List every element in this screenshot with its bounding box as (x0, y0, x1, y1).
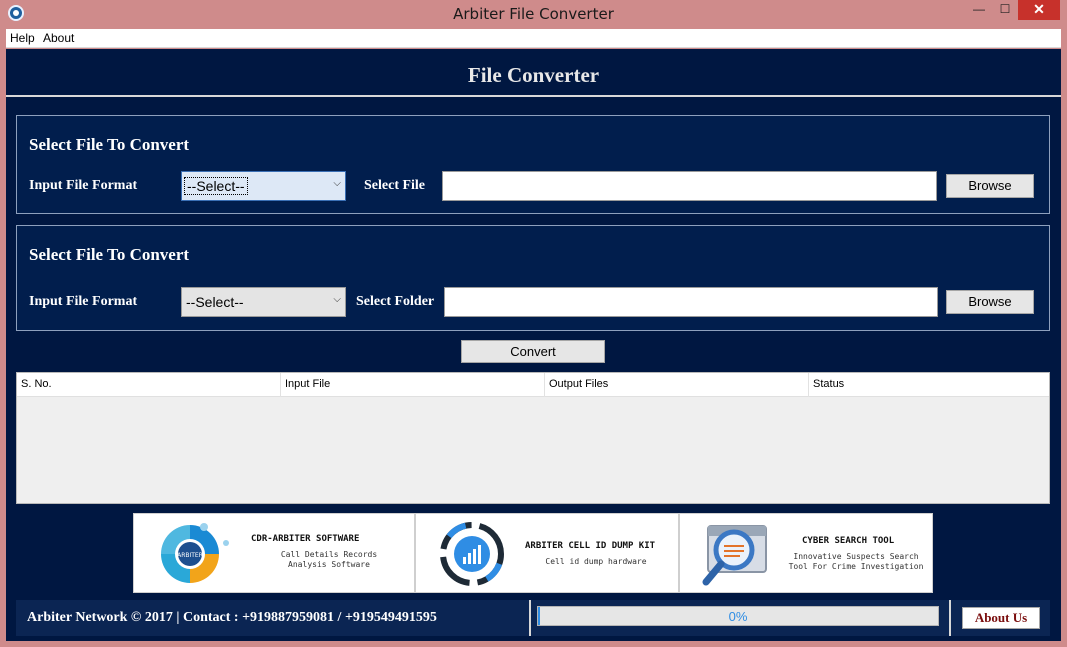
close-button[interactable]: ✕ (1018, 0, 1060, 20)
folder-path-input[interactable] (444, 287, 938, 317)
menu-bar: Help About (6, 29, 1061, 48)
banner-title: CDR-ARBITER SOFTWARE (251, 534, 360, 544)
banner-subtitle: Call Details Records Analysis Software (244, 550, 414, 570)
input-format-select[interactable]: --Select-- ⌵ (181, 171, 346, 201)
convert-button[interactable]: Convert (461, 340, 605, 363)
footer-divider (529, 600, 531, 636)
menu-help[interactable]: Help (10, 31, 35, 45)
about-us-button[interactable]: About Us (962, 607, 1040, 629)
cdr-arbiter-banner[interactable]: ARBITER CDR-ARBITER SOFTWARE Call Detail… (133, 513, 415, 593)
input-format-label: Input File Format (29, 294, 138, 309)
banner-subtitle: Cell id dump hardware (545, 557, 647, 566)
banner-title: CYBER SEARCH TOOL (802, 536, 895, 546)
logo-text: ARBITER (177, 552, 203, 559)
magnifier-search-icon (702, 525, 767, 586)
main-window: File Converter Select File To Convert In… (6, 49, 1061, 641)
browse-file-button[interactable]: Browse (946, 174, 1034, 198)
chevron-down-icon: ⌵ (333, 178, 341, 189)
footer-contact-text: Arbiter Network © 2017 | Contact : +9198… (27, 610, 437, 625)
footer-divider (949, 600, 951, 636)
banner-line: Analysis Software (288, 560, 370, 569)
chevron-down-icon: ⌵ (333, 294, 341, 305)
column-header-sno[interactable]: S. No. (17, 373, 281, 397)
window-title: Arbiter File Converter (453, 5, 614, 23)
minimize-button[interactable]: — (966, 0, 992, 20)
column-header-input-file[interactable]: Input File (281, 373, 545, 397)
maximize-button[interactable]: ☐ (992, 0, 1018, 20)
progress-text: 0% (728, 609, 748, 624)
select-file-label: Select File (364, 178, 426, 193)
panel-title: Select File To Convert (29, 135, 190, 154)
column-header-output-files[interactable]: Output Files (545, 373, 809, 397)
select-value: --Select-- (184, 177, 248, 195)
select-folder-label: Select Folder (356, 294, 435, 309)
input-format-select[interactable]: --Select-- ⌵ (181, 287, 346, 317)
browse-folder-button[interactable]: Browse (946, 290, 1034, 314)
banner-line: Innovative Suspects Search (793, 552, 919, 561)
select-value: --Select-- (186, 294, 244, 310)
conversion-progress-bar: 0% (537, 606, 939, 626)
cell-id-dump-kit-banner[interactable]: ARBITER CELL ID DUMP KIT Cell id dump ha… (415, 513, 679, 593)
banner-line: Tool For Crime Investigation (788, 562, 924, 571)
cdr-arbiter-logo-icon: ARBITER (161, 523, 229, 583)
file-path-input[interactable] (442, 171, 937, 201)
cyber-search-tool-banner[interactable]: CYBER SEARCH TOOL Innovative Suspects Se… (679, 513, 933, 593)
table-header: S. No. Input File Output Files Status (17, 373, 1049, 397)
menu-about[interactable]: About (43, 31, 74, 45)
title-bar: Arbiter File Converter — ☐ ✕ (0, 0, 1067, 28)
cell-dump-chart-icon (440, 522, 504, 586)
banner-title: ARBITER CELL ID DUMP KIT (525, 541, 656, 551)
column-header-status[interactable]: Status (809, 373, 1049, 397)
results-table[interactable]: S. No. Input File Output Files Status (16, 372, 1050, 504)
input-format-label: Input File Format (29, 178, 138, 193)
header-divider (6, 95, 1061, 97)
banner-line: Call Details Records (280, 550, 378, 559)
select-file-panel: Select File To Convert Input File Format… (16, 115, 1050, 214)
banner-subtitle: Innovative Suspects Search Tool For Crim… (780, 552, 932, 572)
page-title: File Converter (467, 63, 600, 87)
select-folder-panel: Select File To Convert Input File Format… (16, 225, 1050, 331)
panel-title: Select File To Convert (29, 245, 190, 264)
footer-bar: Arbiter Network © 2017 | Contact : +9198… (16, 600, 1050, 636)
